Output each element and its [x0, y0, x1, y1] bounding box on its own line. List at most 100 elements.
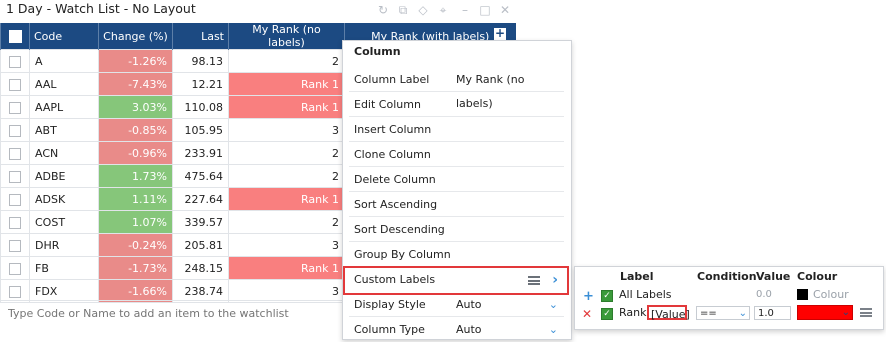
cell-code: DHR — [29, 233, 99, 257]
value-input-text: 1.0 — [758, 308, 774, 319]
menu-item-edit-column[interactable]: Edit Column — [349, 93, 564, 117]
cell-last: 227.64 — [172, 187, 229, 211]
cell-rank-no-labels: Rank 1 — [228, 187, 345, 211]
close-icon[interactable]: ✕ — [498, 3, 512, 17]
chevron-down-icon[interactable]: ⌄ — [549, 293, 558, 317]
cell-last: 105.95 — [172, 118, 229, 142]
cell-last: 339.57 — [172, 210, 229, 234]
chevron-down-icon[interactable]: ⌄ — [549, 318, 558, 342]
value-token: [Value] — [651, 308, 690, 321]
cell-code: ABT — [29, 118, 99, 142]
cell-code: AAL — [29, 72, 99, 96]
menu-item-column-type[interactable]: Column Type Auto ⌄ — [349, 318, 564, 342]
cell-rank-no-labels: Rank 1 — [228, 72, 345, 96]
all-labels-checkbox[interactable]: ✓ — [601, 290, 613, 302]
row-checkbox[interactable] — [0, 49, 30, 73]
colour-swatch-black[interactable] — [797, 289, 808, 300]
cell-change: -1.26% — [98, 49, 173, 73]
menu-item-sort-descending[interactable]: Sort Descending — [349, 218, 564, 242]
all-labels-colour-text: Colour — [813, 288, 849, 301]
row-checkbox[interactable] — [0, 95, 30, 119]
menu-header: Column — [354, 45, 401, 58]
rule-enabled-checkbox[interactable]: ✓ — [601, 308, 613, 320]
cell-rank-no-labels: 3 — [228, 233, 345, 257]
row-checkbox[interactable] — [0, 210, 30, 234]
cell-change: -0.85% — [98, 118, 173, 142]
cell-last: 248.15 — [172, 256, 229, 280]
chevron-down-icon: ⌄ — [841, 307, 850, 318]
chevron-down-icon: ⌄ — [738, 308, 747, 319]
cell-change: 1.07% — [98, 210, 173, 234]
custom-labels-panel: Label Condition Value Colour + ✓ All Lab… — [574, 266, 884, 330]
cell-change: 3.03% — [98, 95, 173, 119]
menu-icon[interactable] — [860, 308, 872, 317]
value-input[interactable]: 1.0 — [754, 306, 791, 320]
row-checkbox[interactable] — [0, 256, 30, 280]
cell-last: 12.21 — [172, 72, 229, 96]
cell-rank-no-labels: 2 — [228, 141, 345, 165]
menu-item-group-by-column[interactable]: Group By Column — [349, 243, 564, 267]
pin-icon[interactable]: ⌖ — [436, 3, 450, 17]
cell-rank-no-labels: 3 — [228, 118, 345, 142]
diamond-icon[interactable]: ◇ — [416, 3, 430, 17]
menu-item-sort-ascending[interactable]: Sort Ascending — [349, 193, 564, 217]
column-header-rank-no-labels[interactable]: My Rank (no labels) — [228, 23, 345, 50]
cell-last: 110.08 — [172, 95, 229, 119]
copy-icon[interactable]: ⧉ — [396, 3, 410, 17]
add-column-icon[interactable]: + — [494, 27, 506, 40]
column-type-value[interactable]: Auto — [456, 318, 482, 342]
delete-label-icon[interactable]: ✕ — [582, 307, 592, 321]
menu-item-delete-column[interactable]: Delete Column — [349, 168, 564, 192]
condition-select[interactable]: == ⌄ — [696, 306, 750, 320]
column-header-change[interactable]: Change (%) — [98, 23, 173, 50]
cell-rank-no-labels: 2 — [228, 49, 345, 73]
cell-rank-no-labels: 2 — [228, 164, 345, 188]
cell-last: 233.91 — [172, 141, 229, 165]
cell-change: -7.43% — [98, 72, 173, 96]
all-labels-value: 0.0 — [756, 289, 772, 300]
minimize-icon[interactable]: – — [458, 3, 472, 17]
add-item-bar — [0, 300, 343, 324]
menu-item-column-label[interactable]: Column Label My Rank (no labels) — [349, 68, 564, 110]
row-checkbox[interactable] — [0, 118, 30, 142]
colour-picker-red[interactable]: ⌄ — [797, 305, 853, 320]
cell-rank-no-labels: 2 — [228, 210, 345, 234]
row-checkbox[interactable] — [0, 141, 30, 165]
labels-header-colour: Colour — [797, 270, 838, 283]
maximize-icon[interactable]: □ — [478, 3, 492, 17]
row-checkbox[interactable] — [0, 233, 30, 257]
menu-item-clone-column[interactable]: Clone Column — [349, 143, 564, 167]
refresh-icon[interactable]: ↻ — [376, 3, 390, 17]
cell-change: -0.24% — [98, 233, 173, 257]
column-header-last[interactable]: Last — [172, 23, 229, 50]
labels-header-label: Label — [620, 270, 654, 283]
cell-code: ACN — [29, 141, 99, 165]
cell-code: A — [29, 49, 99, 73]
custom-labels-highlight — [343, 266, 569, 295]
condition-value: == — [700, 308, 717, 319]
display-style-value[interactable]: Auto — [456, 293, 482, 317]
labels-header-value: Value — [756, 270, 791, 283]
add-label-icon[interactable]: + — [583, 289, 594, 304]
cell-code: COST — [29, 210, 99, 234]
select-all-checkbox[interactable] — [0, 23, 30, 50]
cell-change: -0.96% — [98, 141, 173, 165]
cell-change: -1.73% — [98, 256, 173, 280]
row-checkbox[interactable] — [0, 164, 30, 188]
labels-header-condition: Condition — [697, 270, 757, 283]
cell-rank-no-labels: Rank 1 — [228, 256, 345, 280]
cell-rank-no-labels: Rank 1 — [228, 95, 345, 119]
row-checkbox[interactable] — [0, 72, 30, 96]
cell-code: FB — [29, 256, 99, 280]
menu-item-display-style[interactable]: Display Style Auto ⌄ — [349, 293, 564, 317]
cell-code: ADBE — [29, 164, 99, 188]
menu-item-insert-column[interactable]: Insert Column — [349, 118, 564, 142]
add-item-input[interactable] — [6, 306, 330, 321]
row-checkbox[interactable] — [0, 187, 30, 211]
all-labels-text: All Labels — [619, 288, 672, 301]
cell-last: 475.64 — [172, 164, 229, 188]
value-token-highlight: [Value] — [647, 305, 690, 321]
rule-label-text[interactable]: Rank — [619, 306, 646, 319]
column-header-code[interactable]: Code — [29, 23, 99, 50]
column-label-text: Column Label — [354, 73, 430, 86]
